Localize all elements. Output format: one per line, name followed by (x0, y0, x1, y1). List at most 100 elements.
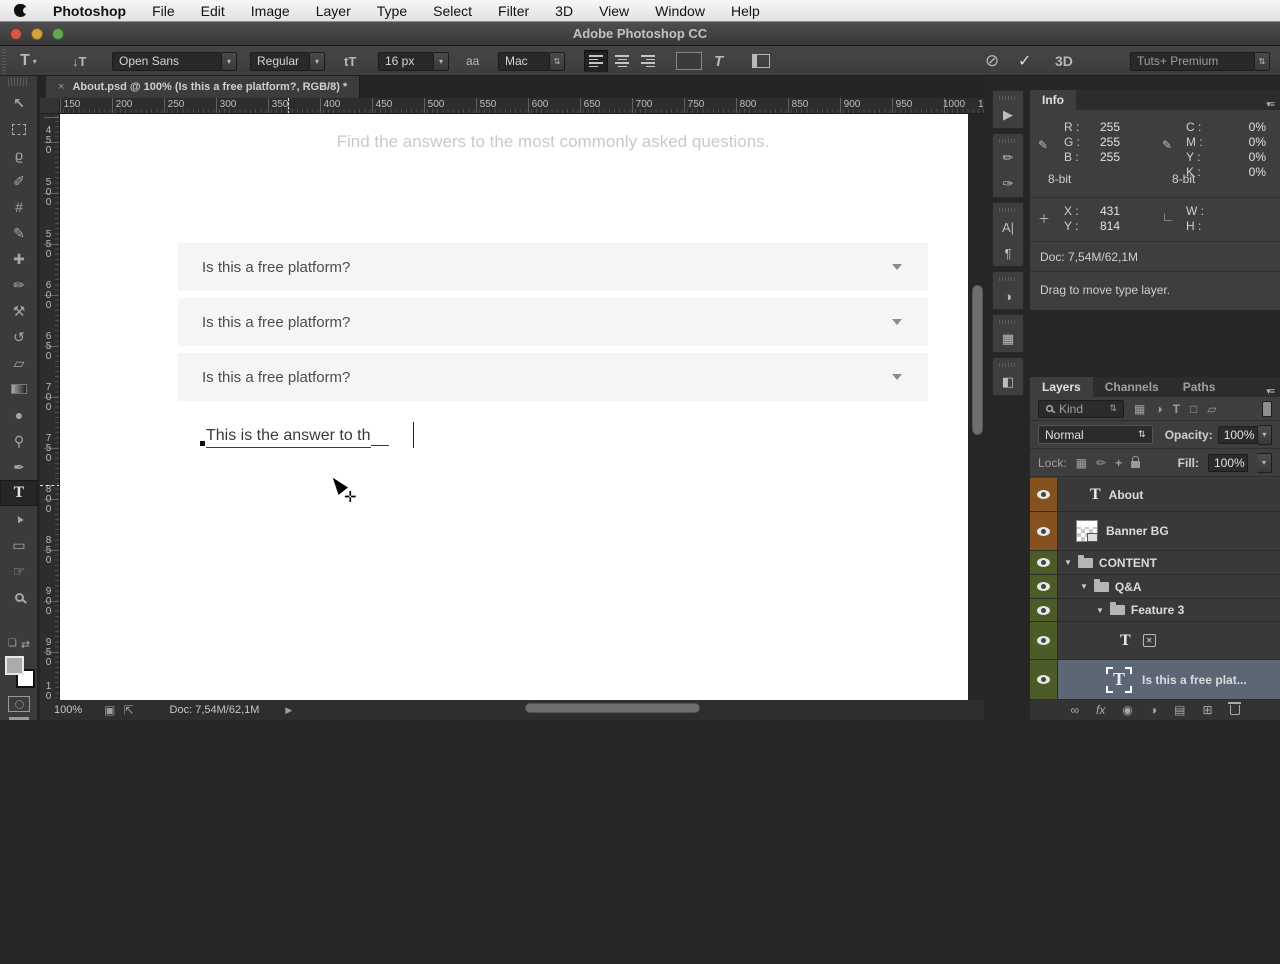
apple-icon[interactable] (14, 4, 30, 17)
history-brush-tool[interactable]: ↺ (0, 324, 38, 350)
swap-colors-icon[interactable]: ⇄ (21, 638, 30, 651)
menu-type[interactable]: Type (377, 3, 407, 19)
filter-kind-select[interactable]: Kind ⇅ (1038, 399, 1124, 418)
menu-layer[interactable]: Layer (316, 3, 351, 19)
dock-grip[interactable] (999, 320, 1017, 324)
layer-group-feature-3[interactable]: ▼ Feature 3 (1030, 599, 1280, 622)
text-color-swatch[interactable] (676, 52, 702, 70)
new-adjustment-layer-icon[interactable]: ◑ (1150, 703, 1157, 717)
vertical-ruler[interactable]: 450 500 550 600 650 700 750 800 850 900 … (40, 114, 60, 700)
font-family-select[interactable]: Open Sans (112, 51, 222, 71)
tab-channels[interactable]: Channels (1093, 377, 1171, 397)
type-tool[interactable]: T (0, 480, 38, 506)
blur-tool[interactable]: ● (0, 402, 38, 428)
move-tool[interactable]: ↖ (0, 90, 38, 116)
dock-grip[interactable] (999, 139, 1017, 143)
3d-panel-icon[interactable]: ◧ (993, 369, 1023, 395)
layer-row-about[interactable]: T About (1030, 478, 1280, 512)
layer-row-text[interactable]: T ✕ (1030, 622, 1280, 660)
pen-tool[interactable]: ✒ (0, 454, 38, 480)
opacity-arrow[interactable]: ▾ (1257, 424, 1272, 445)
blend-mode-select[interactable]: Normal ⇅ (1038, 425, 1153, 444)
eye-cell[interactable] (1030, 622, 1058, 659)
font-family-arrow[interactable]: ▾ (222, 51, 237, 71)
dock-grip[interactable] (999, 96, 1017, 100)
lock-position-icon[interactable]: + (1115, 456, 1122, 470)
dock-grip[interactable] (999, 363, 1017, 367)
layer-group-qa[interactable]: ▼ Q&A (1030, 575, 1280, 599)
quick-mask-button[interactable] (8, 696, 30, 712)
adjustments-panel-icon[interactable]: ◑ (993, 283, 1023, 309)
expand-triangle-icon[interactable]: ▼ (1080, 582, 1088, 591)
lock-transparency-icon[interactable]: ▦ (1076, 456, 1087, 470)
menu-window[interactable]: Window (655, 3, 705, 19)
opacity-field[interactable]: 100% (1217, 425, 1258, 444)
document-tab[interactable]: × About.psd @ 100% (Is this a free platf… (46, 76, 361, 98)
path-selection-tool[interactable]: ▲ (0, 506, 38, 532)
menu-help[interactable]: Help (731, 3, 760, 19)
dodge-tool[interactable]: ⚲ (0, 428, 38, 454)
toggle-panels-icon[interactable] (752, 54, 770, 68)
menu-filter[interactable]: Filter (498, 3, 529, 19)
text-being-edited[interactable]: This is the answer to th (200, 422, 415, 448)
horizontal-scrollbar[interactable] (525, 703, 700, 713)
vertical-scrollbar[interactable] (972, 285, 983, 435)
color-table-panel-icon[interactable]: ▦ (993, 326, 1023, 352)
font-size-select[interactable]: 16 px (378, 51, 434, 71)
brush-presets-panel-icon[interactable]: ✑ (993, 171, 1023, 197)
commit-edits-icon[interactable]: ✓ (1018, 51, 1031, 71)
layer-group-content[interactable]: ▼ CONTENT (1030, 551, 1280, 575)
panel-menu-icon[interactable]: ▾≡ (1266, 382, 1280, 397)
fill-field[interactable]: 100% (1208, 453, 1248, 472)
filter-shape-icon[interactable]: □ (1190, 402, 1197, 416)
filter-adjustment-icon[interactable]: ◑ (1155, 402, 1162, 416)
font-style-arrow[interactable]: ▾ (310, 51, 325, 71)
lock-pixels-icon[interactable]: ✏ (1096, 456, 1106, 470)
3d-mode-button[interactable]: 3D (1055, 53, 1073, 69)
actions-panel-icon[interactable]: ▶ (993, 102, 1023, 128)
close-tab-icon[interactable]: × (58, 81, 64, 93)
eye-cell[interactable] (1030, 660, 1058, 699)
horizontal-ruler[interactable]: 150 200 250 300 350 400 450 500 550 600 … (40, 98, 984, 114)
menu-view[interactable]: View (599, 3, 629, 19)
lasso-tool[interactable]: ϱ (0, 142, 38, 168)
eyedropper-tool[interactable]: ✎ (0, 220, 38, 246)
font-size-arrow[interactable]: ▾ (434, 51, 449, 71)
align-left-button[interactable] (584, 50, 608, 72)
eye-cell[interactable] (1030, 551, 1058, 574)
tab-layers[interactable]: Layers (1030, 377, 1093, 397)
tool-preset-arrow-icon[interactable]: ▾ (33, 57, 37, 66)
character-panel-icon[interactable]: A| (993, 214, 1023, 240)
export-icon[interactable]: ⇱ (123, 703, 133, 717)
workspace-select[interactable]: Tuts+ Premium (1130, 51, 1255, 71)
brush-panel-icon[interactable]: ✏ (993, 145, 1023, 171)
rectangle-tool[interactable]: ▭ (0, 532, 38, 558)
ruler-corner[interactable] (40, 98, 60, 114)
antialias-select[interactable]: Mac (498, 51, 550, 71)
delete-layer-icon[interactable] (1227, 702, 1241, 715)
tab-info[interactable]: Info (1030, 90, 1076, 110)
filter-smart-object-icon[interactable]: ▱ (1207, 402, 1216, 416)
status-icon-1[interactable]: ▣ (104, 703, 115, 717)
eye-cell[interactable] (1030, 575, 1058, 598)
menu-photoshop[interactable]: Photoshop (53, 3, 126, 19)
options-grip[interactable] (2, 48, 6, 74)
menu-file[interactable]: File (152, 3, 175, 19)
expand-triangle-icon[interactable]: ▼ (1096, 606, 1104, 615)
zoom-tool[interactable] (0, 584, 38, 610)
crop-tool[interactable]: # (0, 194, 38, 220)
align-right-button[interactable] (636, 50, 660, 72)
healing-brush-tool[interactable]: ✚ (0, 246, 38, 272)
minimize-window-button[interactable] (31, 28, 43, 40)
menu-select[interactable]: Select (433, 3, 472, 19)
hand-tool[interactable]: ☞ (0, 558, 38, 584)
menu-3d[interactable]: 3D (555, 3, 573, 19)
default-colors-icon[interactable]: ❏ (8, 638, 17, 651)
eye-cell[interactable] (1030, 599, 1058, 621)
foreground-color-swatch[interactable] (5, 656, 24, 675)
new-layer-icon[interactable]: ⊞ (1202, 703, 1212, 717)
zoom-level-field[interactable]: 100% (54, 704, 82, 716)
quick-selection-tool[interactable]: ✐ (0, 168, 38, 194)
clone-stamp-tool[interactable]: ⚒ (0, 298, 38, 324)
font-style-select[interactable]: Regular (250, 51, 310, 71)
